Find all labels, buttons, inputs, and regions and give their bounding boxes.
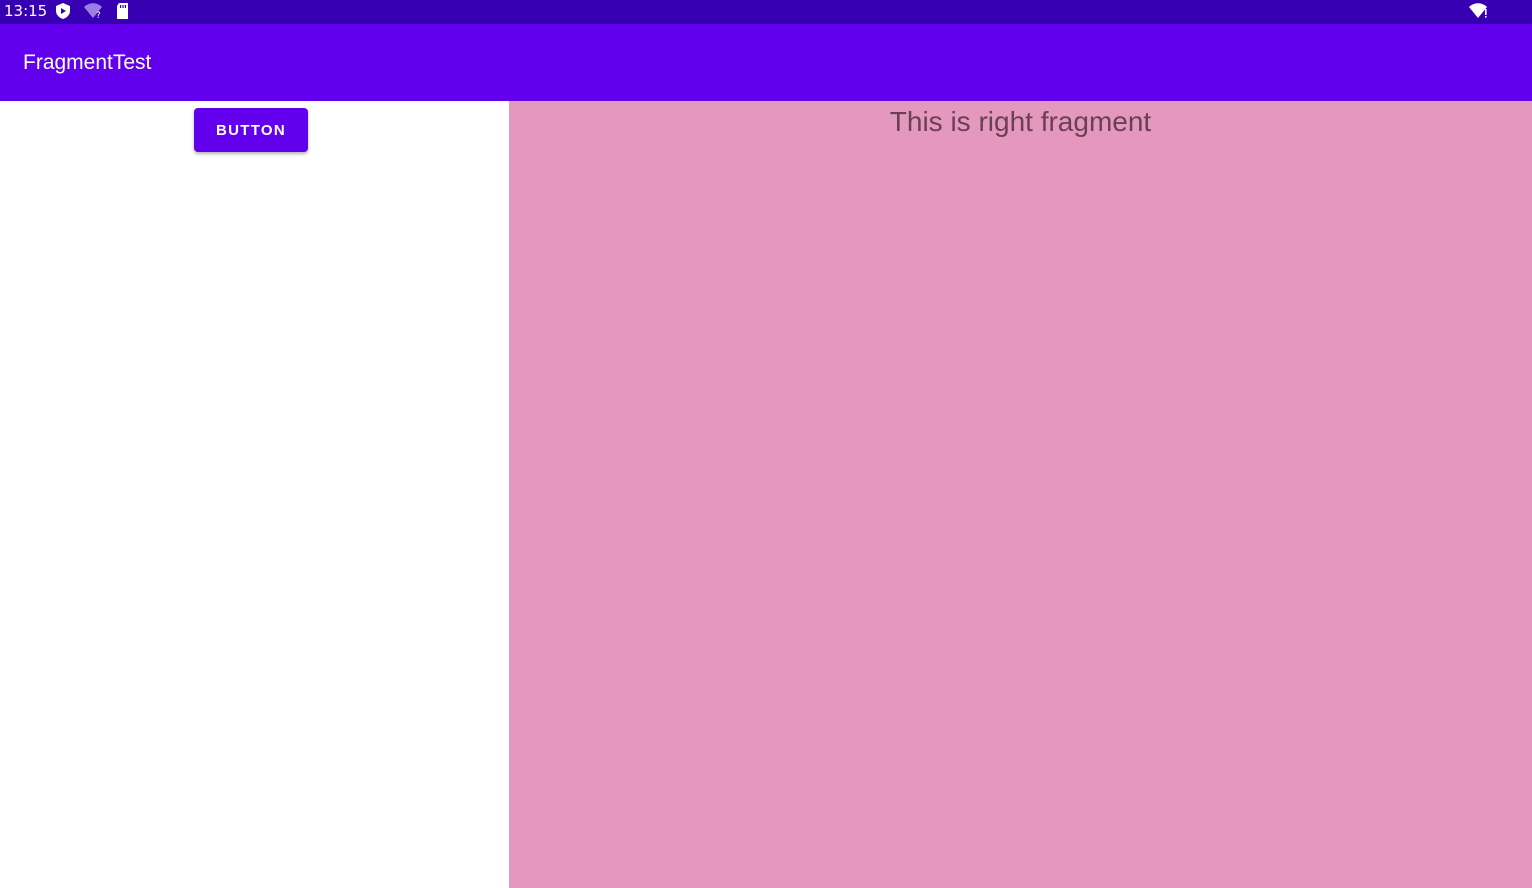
play-protect-icon bbox=[54, 2, 72, 20]
status-bar: 13:15 ? bbox=[0, 0, 1532, 24]
left-fragment: BUTTON bbox=[0, 101, 509, 888]
app-title: FragmentTest bbox=[23, 51, 152, 74]
svg-text:?: ? bbox=[96, 11, 101, 20]
right-fragment-text: This is right fragment bbox=[889, 106, 1152, 137]
sd-card-icon bbox=[114, 2, 132, 20]
status-time: 13:15 bbox=[4, 2, 48, 20]
action-button[interactable]: BUTTON bbox=[194, 108, 308, 152]
app-bar: FragmentTest bbox=[0, 24, 1532, 101]
wifi-unknown-icon: ? bbox=[83, 2, 105, 21]
right-fragment: This is right fragment bbox=[509, 101, 1532, 888]
wifi-alert-icon bbox=[1468, 2, 1490, 20]
